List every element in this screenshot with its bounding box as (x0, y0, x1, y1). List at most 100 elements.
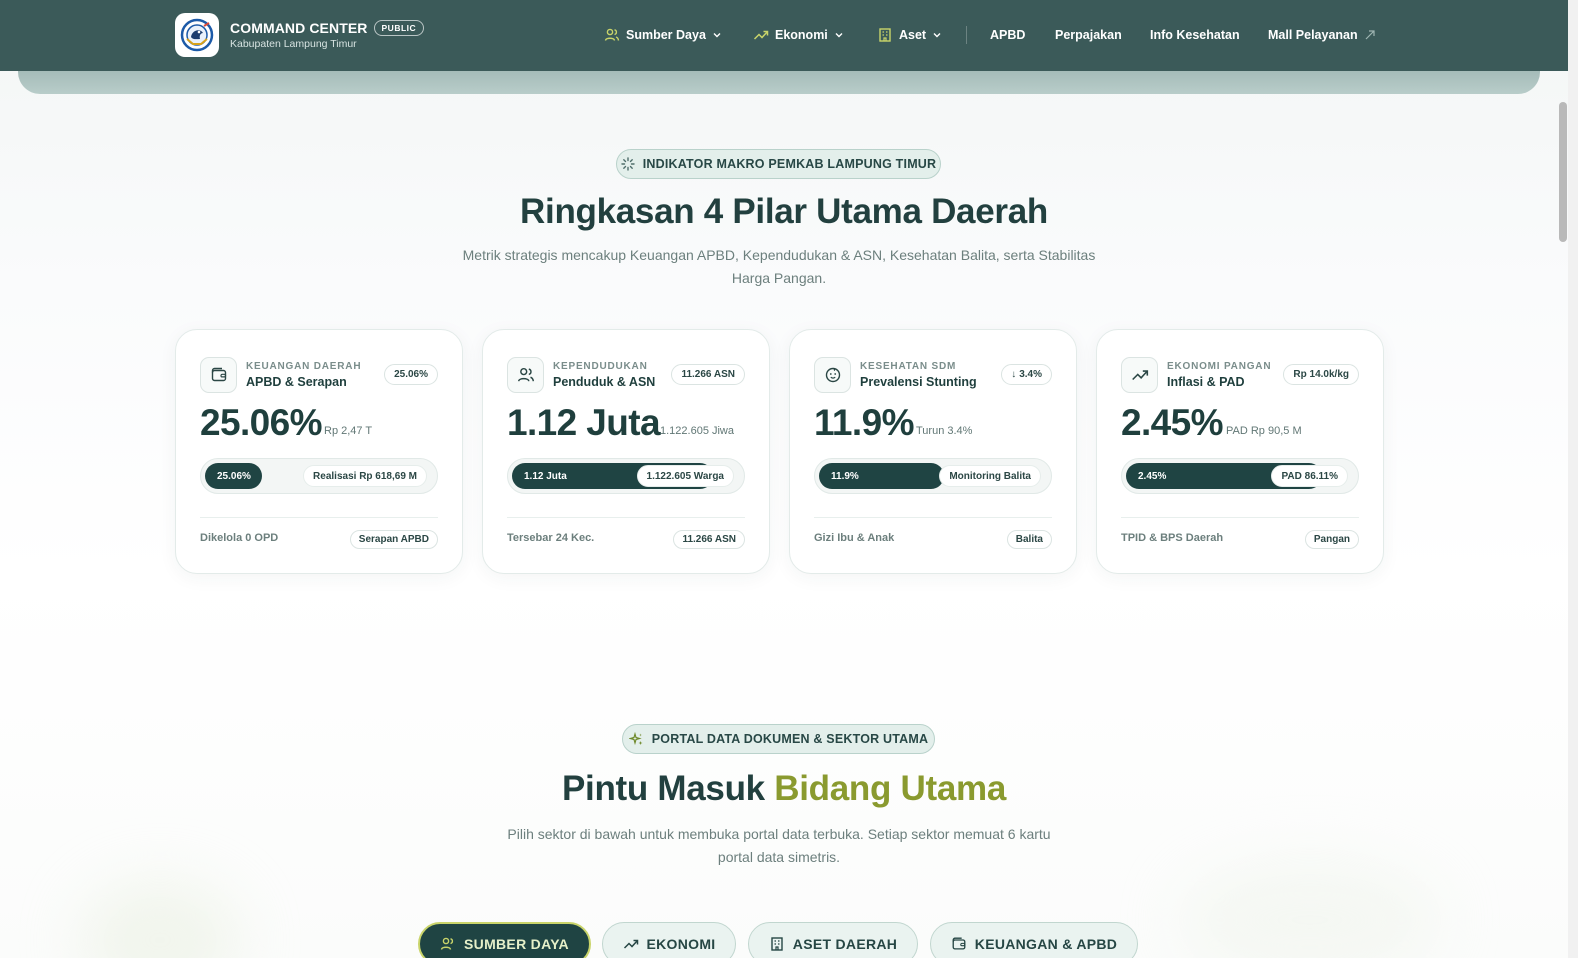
card-value-sub: PAD Rp 90,5 M (1226, 425, 1302, 437)
progress-track: 2.45% PAD 86.11% (1121, 458, 1359, 494)
card-keuangan-daerah[interactable]: KEUANGAN DAERAH APBD & Serapan 25.06% 25… (175, 329, 463, 574)
progress-right-label: PAD 86.11% (1271, 465, 1348, 487)
progress-fill-label: 1.12 Juta (524, 471, 567, 482)
card-category: KEUANGAN DAERAH (246, 361, 362, 372)
portal-description: Pilih sektor di bawah untuk membuka port… (507, 826, 1051, 865)
badge-text: 3.4% (1019, 369, 1042, 380)
card-icon-box (814, 357, 851, 393)
chevron-down-icon (713, 33, 721, 38)
macro-description: Metrik strategis mencakup Keuangan APBD,… (462, 247, 1096, 286)
loader-icon (621, 157, 635, 171)
card-name: Prevalensi Stunting (860, 375, 977, 389)
brand-subtitle: Kabupaten Lampung Timur (230, 38, 357, 50)
card-icon-box (200, 357, 237, 393)
card-value: 11.9% (814, 402, 914, 443)
card-footer-text: TPID & BPS Daerah (1121, 532, 1224, 544)
sparkle-icon (628, 731, 643, 745)
brand-title-row: COMMAND CENTER PUBLIC (230, 20, 425, 36)
card-footer-badge: 11.266 ASN (673, 530, 745, 549)
tab-label: SUMBER DAYA (464, 936, 569, 952)
nav-sumber-daya[interactable]: Sumber Daya (604, 26, 722, 44)
card-kependudukan[interactable]: KEPENDUDUKAN Penduduk & ASN 11.266 ASN 1… (482, 329, 770, 574)
card-category: KEPENDUDUKAN (553, 361, 648, 372)
nav-label: Sumber Daya (626, 28, 706, 42)
nav-apbd[interactable]: APBD (990, 26, 1025, 44)
card-footer-text: Dikelola 0 OPD (200, 532, 279, 544)
card-name: Penduduk & ASN (553, 375, 656, 389)
pill-label: INDIKATOR MAKRO PEMKAB LAMPUNG TIMUR (642, 157, 937, 171)
card-divider (1121, 517, 1359, 518)
card-footer-text: Gizi Ibu & Anak (814, 532, 895, 544)
progress-right-label: Monitoring Balita (939, 465, 1041, 487)
nav-info-kesehatan[interactable]: Info Kesehatan (1150, 26, 1240, 44)
card-name: APBD & Serapan (246, 375, 347, 389)
chevron-down-icon (835, 33, 843, 38)
tab-ekonomi[interactable]: EKONOMI (602, 922, 736, 958)
card-badge: 11.266 ASN (671, 364, 745, 385)
nav-label: Perpajakan (1055, 28, 1122, 42)
progress-fill-label: 11.9% (831, 471, 859, 482)
card-name: Inflasi & PAD (1167, 375, 1245, 389)
card-category: EKONOMI PANGAN (1167, 361, 1272, 372)
building-icon (879, 28, 891, 42)
top-navbar: COMMAND CENTER PUBLIC Kabupaten Lampung … (0, 0, 1568, 71)
card-badge: ↓ 3.4% (1001, 364, 1052, 385)
nav-divider (966, 26, 967, 44)
trend-up-icon (1131, 370, 1148, 381)
portal-section-pill: PORTAL DATA DOKUMEN & SEKTOR UTAMA (622, 724, 935, 754)
tab-aset-daerah[interactable]: ASET DAERAH (748, 922, 918, 958)
vertical-scrollbar[interactable] (1568, 0, 1578, 958)
building-icon (771, 937, 783, 951)
tab-keuangan-apbd[interactable]: KEUANGAN & APBD (930, 922, 1138, 958)
card-ekonomi-pangan[interactable]: EKONOMI PANGAN Inflasi & PAD Rp 14.0k/kg… (1096, 329, 1384, 574)
card-badge: Rp 14.0k/kg (1283, 364, 1359, 385)
card-icon-box (1121, 357, 1158, 393)
card-footer-badge: Balita (1006, 530, 1052, 549)
card-value-sub: 1.122.605 Jiwa (660, 425, 734, 437)
badge-text: Rp 14.0k/kg (1293, 369, 1349, 380)
brand-title: COMMAND CENTER (230, 20, 368, 36)
card-footer-badge: Serapan APBD (349, 530, 438, 549)
nav-ekonomi[interactable]: Ekonomi (753, 26, 844, 44)
decor-blob (1180, 860, 1440, 958)
users-icon (440, 937, 454, 950)
trend-up-icon (623, 939, 638, 949)
nav-label: Aset (899, 28, 927, 42)
card-value: 25.06% (200, 402, 322, 443)
tab-sumber-daya[interactable]: SUMBER DAYA (418, 922, 591, 958)
decor-blob (80, 880, 240, 958)
emblem-icon (180, 18, 214, 52)
nav-aset[interactable]: Aset (877, 26, 942, 44)
portal-title-accent: Bidang Utama (774, 769, 1006, 808)
nav-label: Ekonomi (775, 28, 828, 42)
nav-label: Mall Pelayanan (1268, 28, 1358, 42)
nav-perpajakan[interactable]: Perpajakan (1055, 26, 1122, 44)
public-badge: PUBLIC (373, 20, 425, 36)
progress-fill-label: 2.45% (1138, 471, 1167, 482)
card-footer-badge: Pangan (1304, 530, 1359, 549)
tab-label: EKONOMI (646, 936, 716, 952)
nav-mall-pelayanan[interactable]: Mall Pelayanan (1268, 26, 1376, 44)
scrollbar-thumb[interactable] (1559, 102, 1567, 242)
badge-text: 11.266 ASN (681, 369, 735, 380)
card-divider (814, 517, 1052, 518)
card-kesehatan-sdm[interactable]: KESEHATAN SDM Prevalensi Stunting ↓ 3.4%… (789, 329, 1077, 574)
wallet-icon (211, 367, 226, 382)
wallet-icon (952, 937, 966, 950)
trend-up-icon (753, 30, 769, 40)
badge-text: 25.06% (394, 369, 428, 380)
baby-icon (825, 367, 840, 383)
progress-right-label: Realisasi Rp 618,69 M (303, 465, 427, 487)
card-divider (200, 517, 438, 518)
progress-right-label: 1.122.605 Warga (636, 465, 734, 487)
card-footer-text: Tersebar 24 Kec. (507, 532, 595, 544)
progress-fill-label: 25.06% (217, 471, 251, 482)
card-badge: 25.06% (384, 364, 438, 385)
chevron-down-icon (933, 33, 941, 38)
card-icon-box (507, 357, 544, 393)
pill-label: PORTAL DATA DOKUMEN & SEKTOR UTAMA (651, 732, 929, 746)
card-category: KESEHATAN SDM (860, 361, 957, 372)
card-value: 1.12 Juta (507, 402, 661, 443)
brand-logo[interactable] (175, 13, 219, 57)
users-icon (517, 367, 534, 382)
